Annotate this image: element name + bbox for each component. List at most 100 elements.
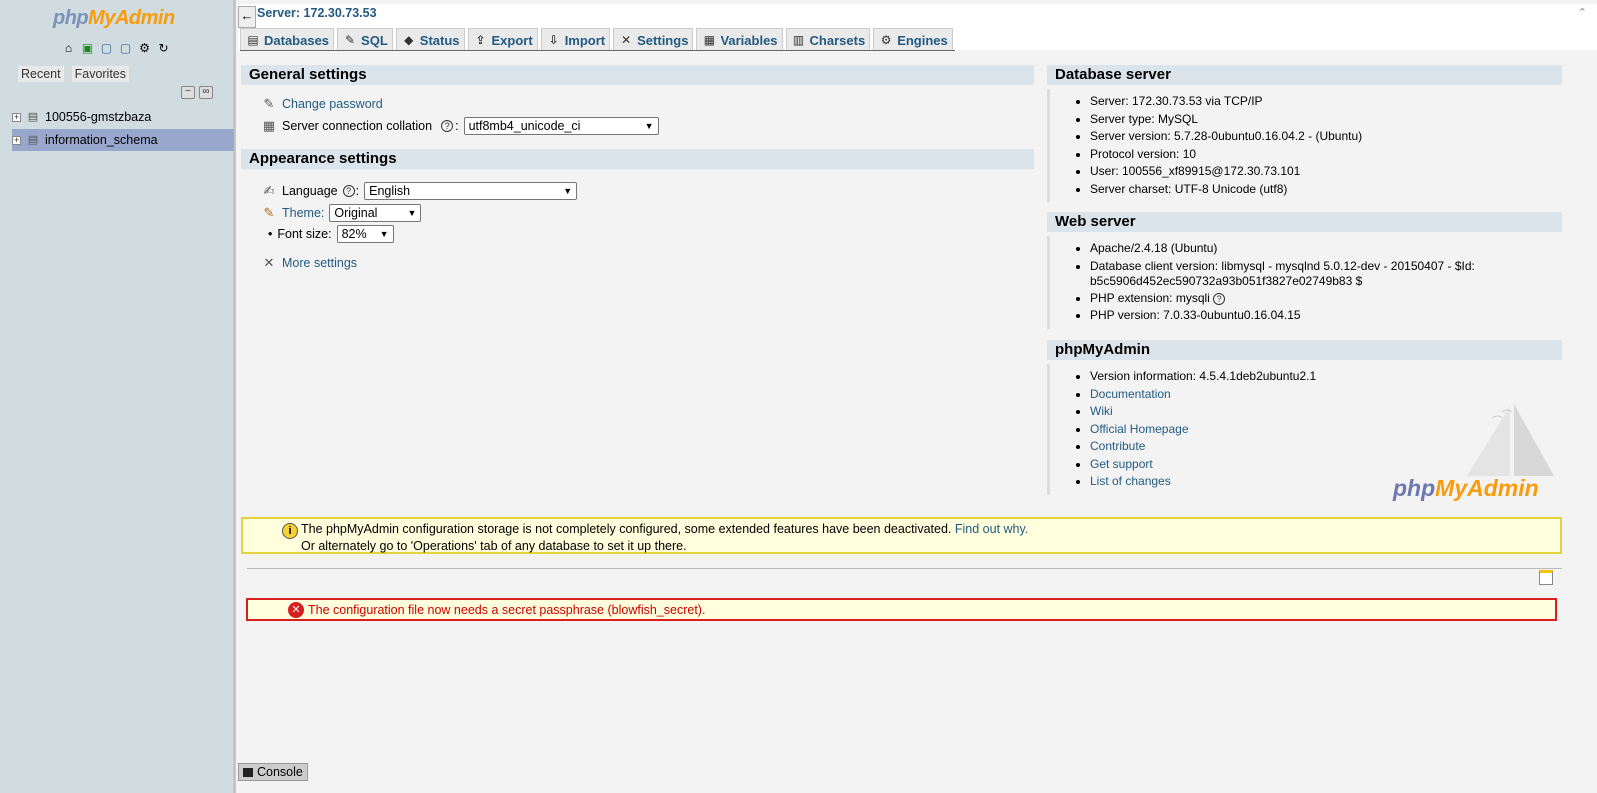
get-support-link[interactable]: Get support (1090, 457, 1153, 471)
favorites-button[interactable]: Favorites (70, 65, 131, 83)
docs-icon[interactable]: ▢ (118, 40, 133, 55)
top-bar: ← Server: 172.30.73.53 ⌃ ▤ Databases ✎ SQL… (238, 4, 1597, 51)
back-arrow-icon[interactable]: ← (238, 6, 256, 28)
theme-row: ✎ Theme: Original ▼ (261, 204, 422, 222)
list-item: Apache/2.4.18 (Ubuntu) (1090, 240, 1562, 258)
tab-charsets[interactable]: ▥ Charsets (785, 28, 871, 50)
db-tree-item[interactable]: + ▤ 100556-gmstzbaza (12, 106, 234, 128)
password-icon: ✎ (263, 96, 275, 111)
charsets-icon: ▥ (792, 33, 805, 47)
db-name[interactable]: 100556-gmstzbaza (45, 110, 151, 124)
language-select[interactable]: English (364, 182, 578, 200)
tab-label: SQL (361, 32, 388, 48)
database-icon: ▤ (27, 134, 39, 146)
expand-icon[interactable]: + (12, 112, 21, 122)
php-extension-text: PHP extension: mysqli (1090, 290, 1210, 305)
find-out-why-link[interactable]: Find out why. (955, 522, 1028, 536)
phpmyadmin-watermark-logo: phpMyAdmin (1393, 475, 1539, 502)
list-item: Protocol version: 10 (1090, 146, 1562, 164)
variables-icon: ▦ (703, 33, 716, 47)
wiki-link[interactable]: Wiki (1090, 404, 1113, 418)
phpmyadmin-logo[interactable]: phpMyAdmin (53, 7, 175, 30)
logout-icon[interactable]: ▣ (80, 40, 95, 55)
tab-engines[interactable]: ⚙ Engines (873, 28, 953, 50)
db-tree-item-selected[interactable]: + ▤ information_schema (12, 129, 234, 151)
list-item: Version information: 4.5.4.1deb2ubuntu2.… (1090, 368, 1562, 386)
db-name[interactable]: information_schema (45, 133, 158, 147)
databases-icon: ▤ (247, 33, 259, 47)
database-server-title: Database server (1047, 65, 1562, 85)
theme-select-wrap: Original ▼ (329, 204, 422, 222)
home-icon[interactable]: ⌂ (61, 40, 76, 55)
tab-sql[interactable]: ✎ SQL (337, 28, 393, 50)
collation-select[interactable]: utf8mb4_unicode_ci (463, 117, 659, 135)
error-icon: ✕ (288, 602, 304, 618)
list-of-changes-link[interactable]: List of changes (1090, 474, 1171, 488)
change-password-link[interactable]: Change password (282, 97, 383, 111)
general-settings-title: General settings (241, 65, 1034, 85)
query-window-icon[interactable]: ▢ (99, 40, 114, 55)
collapse-top-icon[interactable]: ⌃ (1578, 6, 1587, 19)
contribute-link[interactable]: Contribute (1090, 439, 1145, 453)
recent-button[interactable]: Recent (17, 65, 65, 83)
settings-icon[interactable]: ⚙ (137, 40, 152, 55)
notice-line2: Or alternately go to 'Operations' tab of… (301, 539, 687, 553)
database-server-body: Server: 172.30.73.53 via TCP/IP Server t… (1047, 89, 1562, 202)
config-storage-notice: i The phpMyAdmin configuration storage i… (241, 517, 1562, 554)
theme-link[interactable]: Theme: (282, 206, 324, 220)
import-icon: ⇩ (548, 33, 559, 47)
collapse-all-icon[interactable]: − (181, 86, 195, 99)
list-item: Server: 172.30.73.53 via TCP/IP (1090, 93, 1562, 111)
list-item: Documentation (1090, 386, 1562, 404)
main-tabs: ▤ Databases ✎ SQL ◆ Status ⇪ Export ⇩ Import … (240, 28, 955, 51)
notice-text: The phpMyAdmin configuration storage is … (301, 522, 952, 536)
official-homepage-link[interactable]: Official Homepage (1090, 422, 1189, 436)
tab-export[interactable]: ⇪ Export (467, 28, 538, 50)
tab-variables[interactable]: ▦ Variables (696, 28, 783, 50)
general-settings-panel: General settings (241, 65, 1034, 85)
font-size-row: • Font size: 82% ▼ (268, 225, 394, 243)
expand-icon[interactable]: + (12, 135, 21, 145)
database-server-panel: Database server Server: 172.30.73.53 via… (1047, 65, 1562, 202)
sailboat-logo-icon (1467, 404, 1554, 476)
tab-status[interactable]: ◆ Status (395, 28, 465, 50)
tab-label: Status (419, 32, 460, 48)
logo-php: php (53, 7, 89, 29)
web-server-body: Apache/2.4.18 (Ubuntu) Database client v… (1047, 236, 1562, 329)
theme-select[interactable]: Original (329, 204, 422, 222)
documentation-link[interactable]: Documentation (1090, 387, 1171, 401)
more-settings-link[interactable]: More settings (282, 256, 357, 270)
server-breadcrumb[interactable]: Server: 172.30.73.53 (257, 6, 377, 20)
notepad-icon[interactable] (1539, 570, 1553, 585)
tab-import[interactable]: ⇩ Import (540, 28, 611, 50)
tab-databases[interactable]: ▤ Databases (240, 28, 335, 50)
nav-tabs: Recent Favorites (17, 65, 131, 83)
info-icon: i (282, 523, 298, 539)
settings-icon: ✕ (621, 33, 632, 47)
collation-row: ▦ Server connection collation ?: utf8mb4… (261, 117, 659, 135)
tab-settings[interactable]: ✕ Settings (613, 28, 694, 50)
console-icon (243, 767, 253, 777)
web-server-panel: Web server Apache/2.4.18 (Ubuntu) Databa… (1047, 212, 1562, 329)
theme-brush-icon: ✎ (263, 205, 275, 220)
console-label: Console (257, 765, 303, 779)
reload-icon[interactable]: ↻ (156, 40, 171, 55)
help-icon[interactable]: ? (441, 120, 454, 132)
colon: : (355, 184, 360, 198)
font-size-select[interactable]: 82% (336, 225, 394, 243)
link-with-main-icon[interactable]: ∞ (199, 86, 213, 99)
more-settings-row: ✕ More settings (261, 255, 357, 271)
collation-icon: ▦ (262, 118, 276, 133)
appearance-settings-title: Appearance settings (241, 149, 1034, 169)
tab-label: Export (491, 32, 533, 48)
logo-php: php (1393, 475, 1436, 501)
engines-icon: ⚙ (880, 33, 892, 47)
divider (247, 568, 1562, 569)
help-icon[interactable]: ? (1213, 292, 1226, 305)
sql-icon: ✎ (345, 33, 356, 47)
console-toggle[interactable]: Console (238, 763, 308, 781)
help-icon[interactable]: ? (342, 185, 355, 197)
logo-myadmin: MyAdmin (1435, 475, 1539, 501)
colon: : (455, 119, 459, 133)
error-text: The configuration file now needs a secre… (308, 603, 706, 617)
